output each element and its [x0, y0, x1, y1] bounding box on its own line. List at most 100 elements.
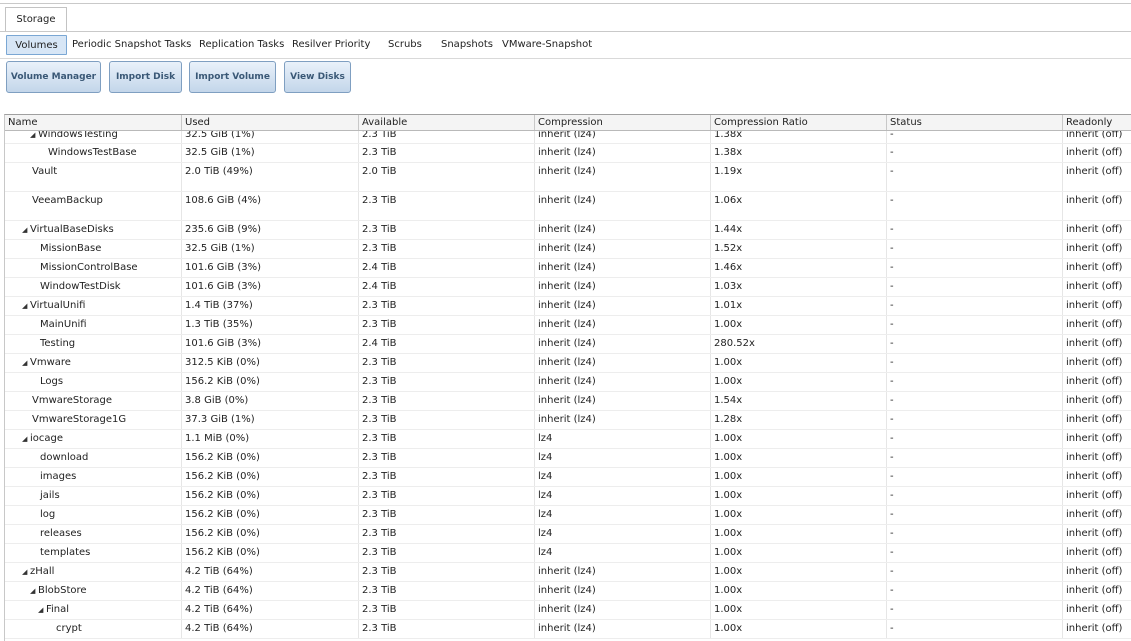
dataset-name: VmwareStorage: [32, 395, 113, 406]
table-row[interactable]: MissionControlBase 101.6 GiB (3%) 2.4 TiB i…: [5, 259, 1131, 278]
collapse-arrow-icon[interactable]: ◢: [22, 563, 30, 581]
subtab-resilver-priority[interactable]: Resilver Priority: [292, 35, 370, 55]
collapse-arrow-icon[interactable]: ◢: [22, 430, 30, 448]
column-header-compression[interactable]: Compression: [534, 115, 710, 130]
cell-status: -: [886, 192, 1062, 220]
cell-available: 2.3 TiB: [358, 506, 534, 524]
cell-name: ◢ iocage: [5, 430, 181, 448]
cell-readonly: inherit (off): [1062, 192, 1131, 220]
table-row[interactable]: ◢ Final 4.2 TiB (64%) 2.3 TiB inherit (lz4) 1…: [5, 601, 1131, 620]
table-row[interactable]: ◢ iocage 1.1 MiB (0%) 2.3 TiB lz4 1.00x - inher…: [5, 430, 1131, 449]
table-row[interactable]: VmwareStorage 3.8 GiB (0%) 2.3 TiB inherit …: [5, 392, 1131, 411]
table-row[interactable]: templates 156.2 KiB (0%) 2.3 TiB lz4 1.00x - i…: [5, 544, 1131, 563]
grid-header: Name Used Available Compression Compress…: [5, 115, 1131, 131]
column-header-compression-ratio[interactable]: Compression Ratio: [710, 115, 886, 130]
column-header-available[interactable]: Available: [358, 115, 534, 130]
table-row[interactable]: WindowsTestBase 32.5 GiB (1%) 2.3 TiB inher…: [5, 144, 1131, 163]
volume-manager-button[interactable]: Volume Manager: [6, 61, 101, 93]
table-row[interactable]: log 156.2 KiB (0%) 2.3 TiB lz4 1.00x - inherit…: [5, 506, 1131, 525]
cell-available: 2.3 TiB: [358, 620, 534, 638]
cell-readonly: inherit (off): [1062, 278, 1131, 296]
tab-divider: [0, 31, 1131, 32]
table-row[interactable]: VeeamBackup 108.6 GiB (4%) 2.3 TiB inherit …: [5, 192, 1131, 221]
cell-readonly: inherit (off): [1062, 563, 1131, 581]
table-row[interactable]: releases 156.2 KiB (0%) 2.3 TiB lz4 1.00x - in…: [5, 525, 1131, 544]
cell-compression-ratio: 1.28x: [710, 411, 886, 429]
cell-readonly: inherit (off): [1062, 144, 1131, 162]
cell-available: 2.3 TiB: [358, 373, 534, 391]
cell-readonly: inherit (off): [1062, 373, 1131, 391]
cell-compression-ratio: 1.00x: [710, 354, 886, 372]
column-header-readonly[interactable]: Readonly: [1062, 115, 1131, 130]
dataset-name: MainUnifi: [40, 319, 87, 330]
cell-available: 2.4 TiB: [358, 278, 534, 296]
cell-compression-ratio: 1.38x: [710, 144, 886, 162]
table-row[interactable]: Vault 2.0 TiB (49%) 2.0 TiB inherit (lz4) 1.…: [5, 163, 1131, 192]
cell-used: 1.1 MiB (0%): [181, 430, 358, 448]
cell-used: 235.6 GiB (9%): [181, 221, 358, 239]
view-disks-button[interactable]: View Disks: [284, 61, 351, 93]
collapse-arrow-icon[interactable]: ◢: [22, 221, 30, 239]
table-row[interactable]: ◢ VirtualBaseDisks 235.6 GiB (9%) 2.3 TiB in…: [5, 221, 1131, 240]
dataset-name: log: [40, 509, 56, 520]
table-row[interactable]: Testing 101.6 GiB (3%) 2.4 TiB inherit (lz4…: [5, 335, 1131, 354]
cell-used: 4.2 TiB (64%): [181, 620, 358, 638]
collapse-arrow-icon[interactable]: ◢: [38, 601, 46, 619]
column-header-name[interactable]: Name: [5, 115, 181, 130]
subtab-volumes[interactable]: Volumes: [6, 35, 67, 55]
cell-compression: inherit (lz4): [534, 563, 710, 581]
cell-readonly: inherit (off): [1062, 582, 1131, 600]
table-row[interactable]: ◢ Vmware 312.5 KiB (0%) 2.3 TiB inherit (lz4…: [5, 354, 1131, 373]
cell-available: 2.3 TiB: [358, 430, 534, 448]
table-row[interactable]: ◢ BlobStore 4.2 TiB (64%) 2.3 TiB inherit (l…: [5, 582, 1131, 601]
table-row[interactable]: WindowTestDisk 101.6 GiB (3%) 2.4 TiB inher…: [5, 278, 1131, 297]
cell-compression-ratio: 1.00x: [710, 544, 886, 562]
table-row[interactable]: ◢ zHall 4.2 TiB (64%) 2.3 TiB inherit (lz4) 1…: [5, 563, 1131, 582]
cell-used: 101.6 GiB (3%): [181, 335, 358, 353]
cell-compression: inherit (lz4): [534, 259, 710, 277]
column-header-status[interactable]: Status: [886, 115, 1062, 130]
cell-compression: inherit (lz4): [534, 411, 710, 429]
cell-status: -: [886, 131, 1062, 143]
cell-name: log: [5, 506, 181, 524]
subtab-scrubs[interactable]: Scrubs: [388, 35, 422, 55]
column-header-used[interactable]: Used: [181, 115, 358, 130]
table-row[interactable]: download 156.2 KiB (0%) 2.3 TiB lz4 1.00x - in…: [5, 449, 1131, 468]
table-row[interactable]: crypt 4.2 TiB (64%) 2.3 TiB inherit (lz4) 1.…: [5, 620, 1131, 639]
table-row[interactable]: jails 156.2 KiB (0%) 2.3 TiB lz4 1.00x - inher…: [5, 487, 1131, 506]
table-row[interactable]: images 156.2 KiB (0%) 2.3 TiB lz4 1.00x - inhe…: [5, 468, 1131, 487]
dataset-name: VmwareStorage1G: [32, 414, 127, 425]
cell-used: 156.2 KiB (0%): [181, 544, 358, 562]
table-row[interactable]: ◢ VirtualUnifi 1.4 TiB (37%) 2.3 TiB inherit…: [5, 297, 1131, 316]
table-row[interactable]: MainUnifi 1.3 TiB (35%) 2.3 TiB inherit (lz…: [5, 316, 1131, 335]
table-row[interactable]: Logs 156.2 KiB (0%) 2.3 TiB inherit (lz4) 1.…: [5, 373, 1131, 392]
table-row[interactable]: ◢ WindowsTesting 32.5 GiB (1%) 2.3 TiB inher…: [5, 131, 1131, 144]
collapse-arrow-icon[interactable]: ◢: [30, 582, 38, 600]
cell-used: 4.2 TiB (64%): [181, 601, 358, 619]
table-row[interactable]: VmwareStorage1G 37.3 GiB (1%) 2.3 TiB inher…: [5, 411, 1131, 430]
collapse-arrow-icon[interactable]: ◢: [22, 297, 30, 315]
cell-compression-ratio: 1.00x: [710, 449, 886, 467]
cell-available: 2.3 TiB: [358, 582, 534, 600]
subtab-vmware-snapshot[interactable]: VMware-Snapshot: [502, 35, 592, 55]
cell-readonly: inherit (off): [1062, 449, 1131, 467]
cell-used: 156.2 KiB (0%): [181, 468, 358, 486]
cell-readonly: inherit (off): [1062, 487, 1131, 505]
cell-compression-ratio: 1.00x: [710, 601, 886, 619]
cell-used: 4.2 TiB (64%): [181, 563, 358, 581]
cell-available: 2.3 TiB: [358, 468, 534, 486]
subtab-replication-tasks[interactable]: Replication Tasks: [199, 35, 284, 55]
cell-used: 1.3 TiB (35%): [181, 316, 358, 334]
import-volume-button[interactable]: Import Volume: [189, 61, 276, 93]
cell-readonly: inherit (off): [1062, 544, 1131, 562]
import-disk-button[interactable]: Import Disk: [109, 61, 182, 93]
subtab-periodic-snapshot-tasks[interactable]: Periodic Snapshot Tasks: [72, 35, 191, 55]
table-row[interactable]: MissionBase 32.5 GiB (1%) 2.3 TiB inherit (…: [5, 240, 1131, 259]
subtab-snapshots[interactable]: Snapshots: [441, 35, 493, 55]
tab-storage[interactable]: Storage: [5, 7, 67, 31]
collapse-arrow-icon[interactable]: ◢: [22, 354, 30, 372]
dataset-name: templates: [40, 547, 91, 558]
collapse-arrow-icon[interactable]: ◢: [30, 131, 38, 139]
cell-used: 4.2 TiB (64%): [181, 582, 358, 600]
cell-compression: inherit (lz4): [534, 144, 710, 162]
